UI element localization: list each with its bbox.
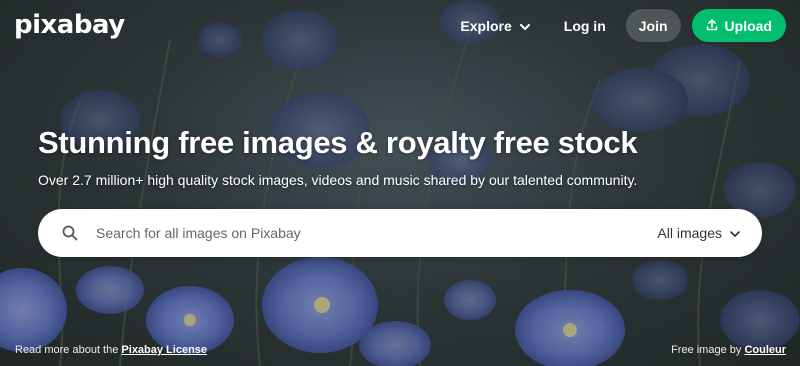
pixabay-logo[interactable]: pixabay: [14, 10, 125, 40]
explore-menu-button[interactable]: Explore: [460, 17, 530, 34]
credit-author-link[interactable]: Couleur: [744, 344, 786, 356]
top-navigation: pixabay Explore Log in Join Upload: [0, 0, 800, 52]
hero-section: pixabay Explore Log in Join Upload Stunn…: [0, 0, 800, 366]
upload-label: Upload: [724, 17, 772, 34]
image-type-label: All images: [657, 225, 722, 241]
chevron-down-icon: [730, 225, 740, 241]
login-link[interactable]: Log in: [564, 18, 606, 34]
image-type-dropdown[interactable]: All images: [657, 225, 740, 241]
upload-button[interactable]: Upload: [691, 9, 786, 42]
search-icon[interactable]: [62, 223, 82, 243]
license-link[interactable]: Pixabay License: [121, 344, 207, 356]
explore-label: Explore: [460, 17, 512, 34]
join-button[interactable]: Join: [625, 9, 681, 42]
upload-icon: [706, 18, 718, 34]
license-prefix: Read more about the: [15, 344, 119, 356]
search-input[interactable]: [94, 212, 658, 254]
credit-prefix: Free image by: [671, 344, 742, 356]
page-subtitle: Over 2.7 million+ high quality stock ima…: [38, 172, 638, 188]
license-note: Read more about the Pixabay License: [15, 344, 207, 356]
page-title: Stunning free images & royalty free stoc…: [38, 125, 638, 160]
chevron-down-icon: [519, 18, 530, 34]
image-credit: Free image by Couleur: [671, 344, 786, 356]
search-bar: All images: [38, 209, 762, 257]
nav-actions: Explore Log in Join Upload: [460, 9, 786, 42]
